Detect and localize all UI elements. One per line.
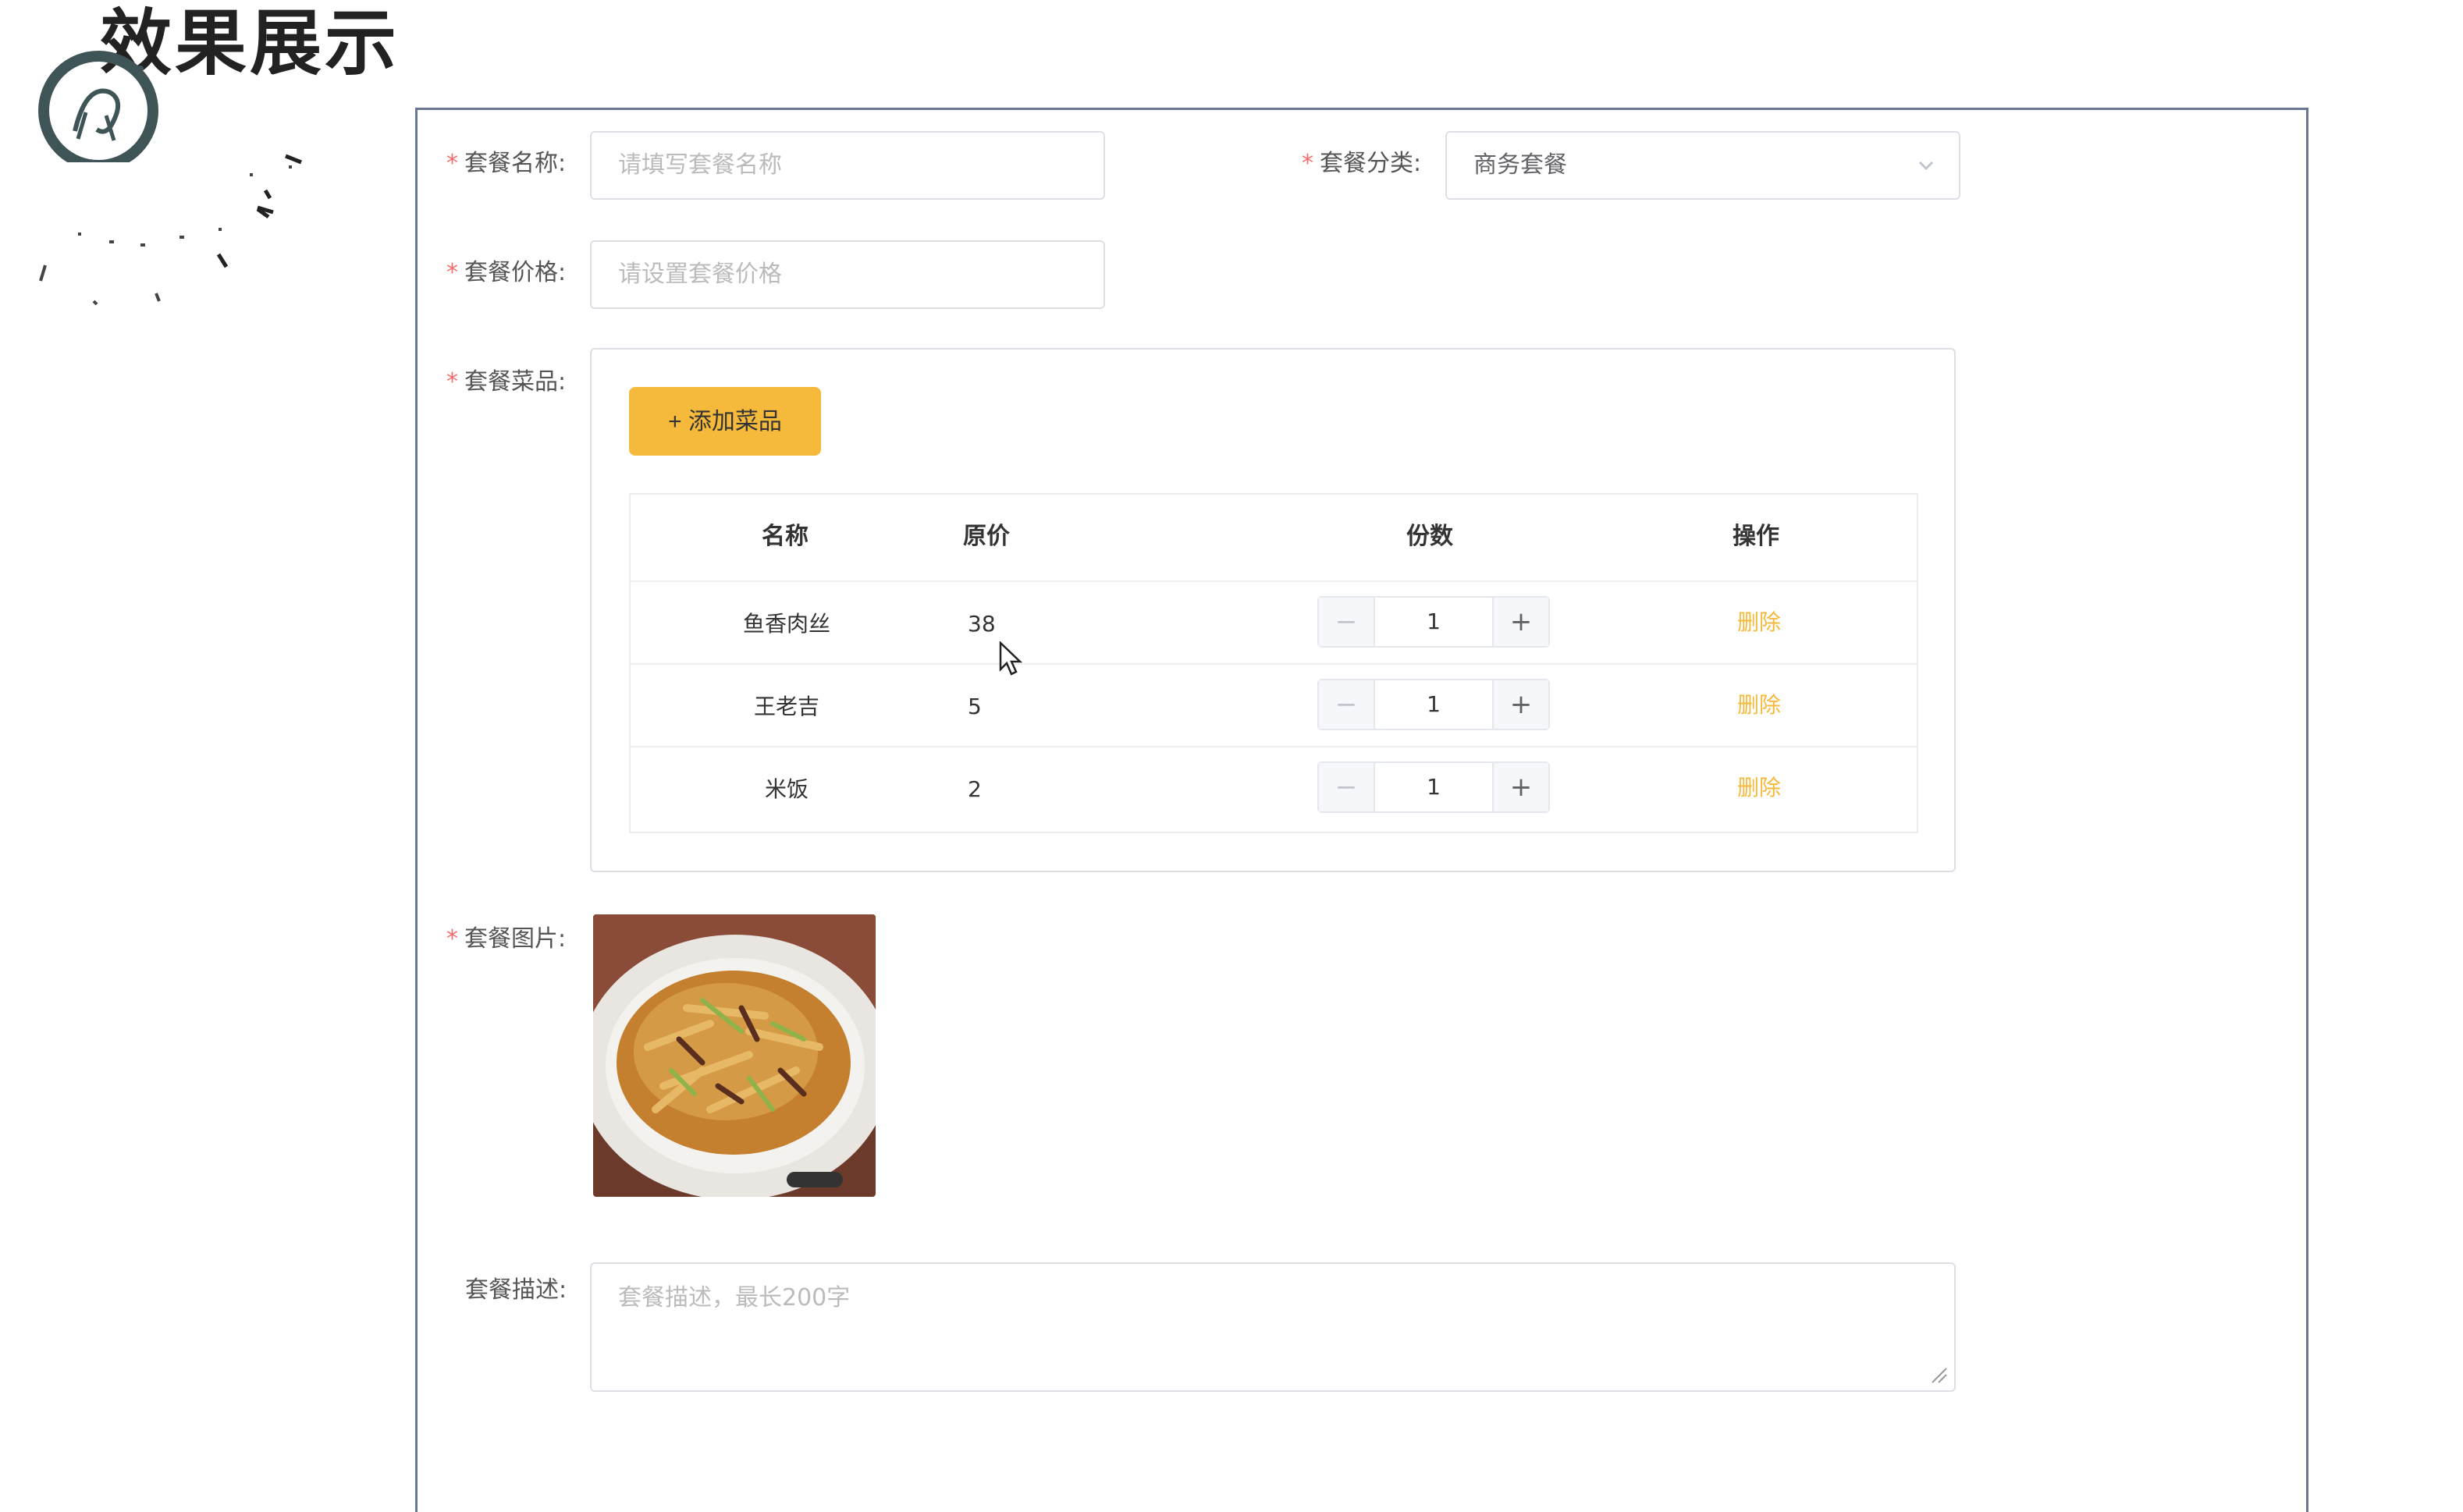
increase-button[interactable]: + [1492,763,1548,811]
delete-dish-link[interactable]: 删除 [1737,772,1781,804]
quantity-value[interactable]: 1 [1375,763,1492,811]
decrease-button[interactable]: − [1319,680,1375,729]
column-header-name: 名称 [762,523,809,550]
dish-price: 5 [968,694,982,719]
quantity-value[interactable]: 1 [1375,598,1492,646]
row-divider [631,746,1917,747]
row-divider [631,580,1917,582]
decrease-button[interactable]: − [1319,763,1375,811]
decrease-button[interactable]: − [1319,598,1375,646]
quantity-stepper: − 1 + [1317,761,1550,813]
mouse-cursor-icon [999,641,1022,676]
dish-name: 鱼香肉丝 [743,611,831,637]
add-dish-button[interactable]: + 添加菜品 [629,387,821,456]
delete-dish-link[interactable]: 删除 [1737,690,1781,721]
dish-price: 38 [968,611,996,637]
column-header-price: 原价 [963,523,1010,550]
category-label: * 套餐分类: [1302,150,1422,177]
column-header-qty: 份数 [1406,523,1453,550]
image-label: * 套餐图片: [446,925,567,953]
increase-button[interactable]: + [1492,598,1548,646]
quantity-value[interactable]: 1 [1375,680,1492,729]
delete-dish-link[interactable]: 删除 [1737,607,1781,638]
decorative-brush-strokes [39,154,302,306]
category-value: 商务套餐 [1473,151,1567,179]
package-image[interactable] [593,914,876,1197]
package-price-input[interactable]: 请设置套餐价格 [590,240,1105,309]
description-placeholder: 套餐描述，最长200字 [618,1284,851,1311]
chevron-down-icon [1918,161,1934,171]
column-header-action: 操作 [1733,523,1779,550]
description-label: 套餐描述: [465,1276,567,1304]
resize-grip-icon[interactable] [1928,1364,1948,1384]
increase-button[interactable]: + [1492,680,1548,729]
dishes-label: * 套餐菜品: [446,368,567,396]
price-label: * 套餐价格: [446,259,567,286]
row-divider [631,663,1917,665]
quantity-stepper: − 1 + [1317,596,1550,648]
dish-name: 王老吉 [754,694,820,719]
dish-name: 米饭 [765,776,809,802]
name-label: * 套餐名称: [446,150,567,177]
description-textarea[interactable]: 套餐描述，最长200字 [590,1262,1956,1392]
quantity-stepper: − 1 + [1317,679,1550,730]
package-name-input[interactable]: 请填写套餐名称 [590,131,1105,200]
dish-price: 2 [968,776,982,802]
category-select[interactable]: 商务套餐 [1445,131,1960,200]
